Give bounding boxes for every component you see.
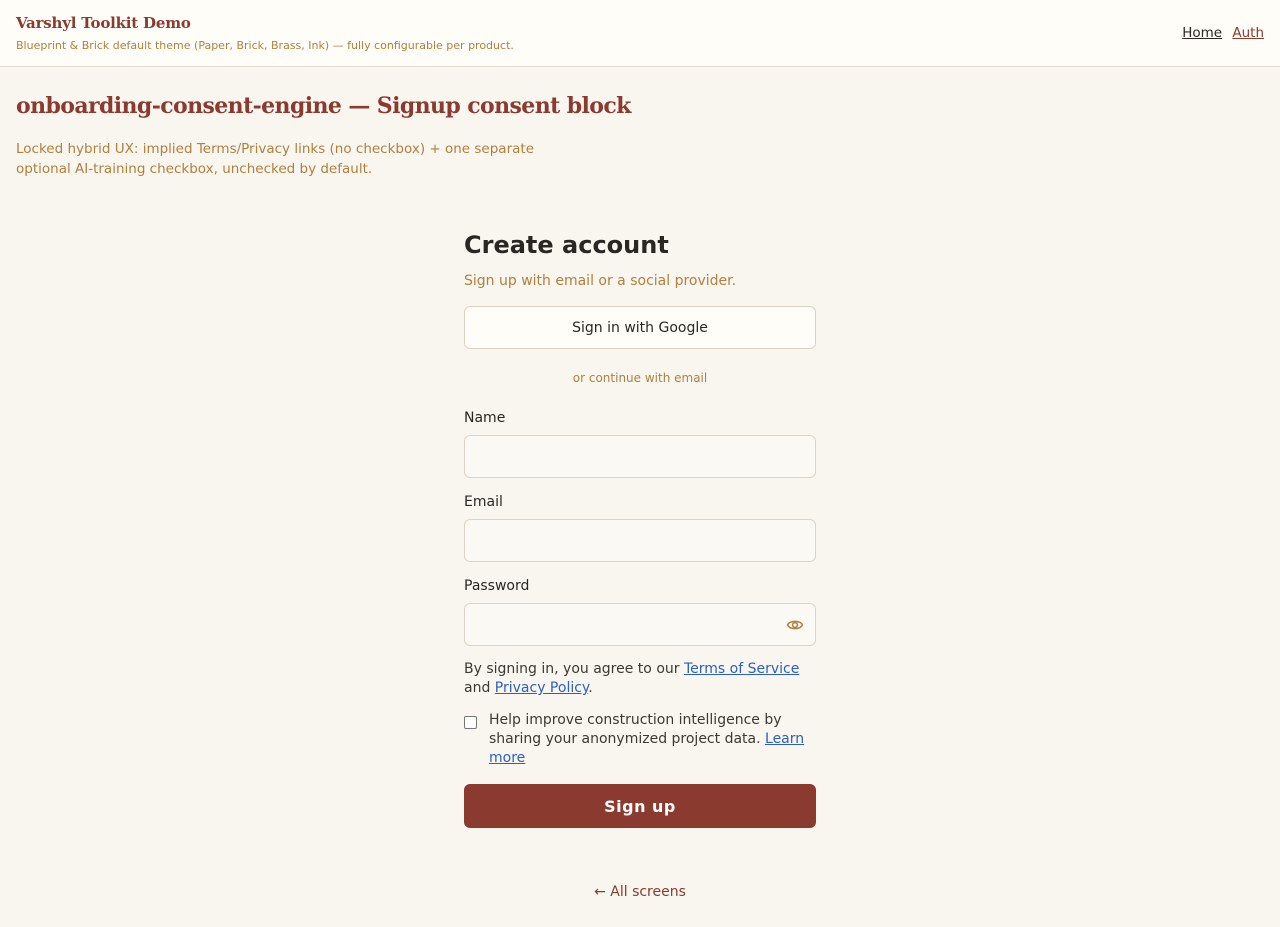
app-subtitle: Blueprint & Brick default theme (Paper, … — [16, 39, 514, 52]
terms-notice: By signing in, you agree to our Terms of… — [464, 660, 816, 698]
password-label: Password — [464, 578, 530, 594]
consent-label: Help improve construction intelligence b… — [489, 711, 816, 768]
terms-prefix: By signing in, you agree to our — [464, 661, 684, 677]
all-screens-link[interactable]: ← All screens — [594, 884, 686, 900]
top-nav: Home Auth — [1176, 25, 1264, 41]
privacy-policy-link[interactable]: Privacy Policy — [495, 680, 588, 696]
name-label: Name — [464, 410, 506, 426]
email-divider: or continue with email — [572, 371, 708, 385]
nav-link-auth[interactable]: Auth — [1232, 25, 1264, 41]
signup-title: Create account — [464, 231, 669, 259]
signup-card: Create account Sign up with email or a s… — [464, 229, 816, 828]
password-input[interactable] — [464, 603, 816, 646]
consent-text: Help improve construction intelligence b… — [489, 712, 782, 747]
nav-link-home[interactable]: Home — [1182, 25, 1222, 41]
ai-training-consent: Help improve construction intelligence b… — [464, 711, 816, 768]
password-field-wrap — [464, 603, 816, 646]
terms-suffix: . — [588, 680, 593, 696]
terms-of-service-link[interactable]: Terms of Service — [684, 661, 799, 677]
back-nav: ← All screens — [0, 884, 1280, 900]
app-title: Varshyl Toolkit Demo — [16, 14, 191, 32]
name-input[interactable] — [464, 435, 816, 478]
signup-subtitle: Sign up with email or a social provider. — [464, 273, 737, 289]
top-bar: Varshyl Toolkit Demo Blueprint & Brick d… — [0, 0, 1280, 67]
google-signin-button[interactable]: Sign in with Google — [464, 306, 816, 349]
email-label: Email — [464, 494, 503, 510]
eye-icon[interactable] — [786, 616, 804, 634]
ai-training-checkbox[interactable] — [464, 716, 477, 729]
email-field-wrap — [464, 519, 816, 562]
email-input[interactable] — [464, 519, 816, 562]
terms-middle: and — [464, 680, 495, 696]
page-title: onboarding-consent-engine — Signup conse… — [16, 93, 631, 119]
page-description: Locked hybrid UX: implied Terms/Privacy … — [16, 141, 535, 177]
name-field-wrap — [464, 435, 816, 478]
signup-button[interactable]: Sign up — [464, 784, 816, 828]
